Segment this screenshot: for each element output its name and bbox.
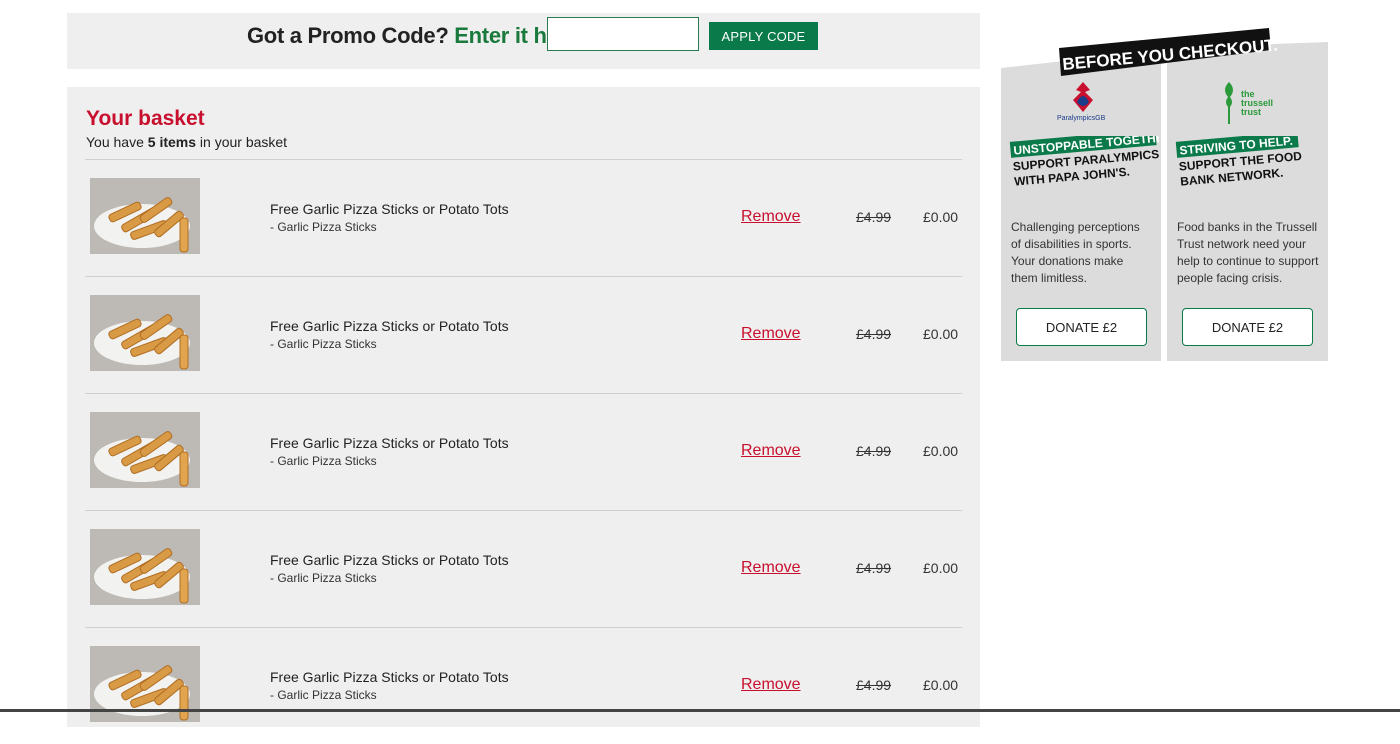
item-name: Free Garlic Pizza Sticks or Potato Tots (270, 552, 509, 568)
trussell-description: Food banks in the Trussell Trust network… (1177, 220, 1319, 285)
trussell-logo-line-3: trust (1241, 107, 1261, 117)
product-image (90, 529, 200, 605)
item-price: £0.00 (923, 443, 959, 459)
trussell-trust-card: the trussell trust STRIVING TO HELP. SUP… (1167, 28, 1328, 361)
trussell-headline: STRIVING TO HELP. SUPPORT THE FOOD BANK … (1175, 136, 1303, 189)
item-option: - Garlic Pizza Sticks (270, 688, 377, 702)
item-price: £0.00 (923, 560, 959, 576)
product-image (90, 412, 200, 488)
item-option: - Garlic Pizza Sticks (270, 337, 377, 351)
apply-code-button[interactable]: APPLY CODE (709, 22, 818, 50)
promo-code-input[interactable] (547, 17, 699, 51)
trussell-leaf-icon (1221, 82, 1237, 126)
item-original-price: £4.99 (856, 326, 892, 342)
basket-item: Free Garlic Pizza Sticks or Potato Tots … (85, 393, 962, 510)
trussell-logo-text: the trussell trust (1241, 90, 1273, 117)
remove-item-link[interactable]: Remove (741, 676, 801, 694)
donate-trussell-button[interactable]: DONATE £2 (1182, 308, 1313, 346)
basket-item-list: Free Garlic Pizza Sticks or Potato Tots … (85, 159, 962, 744)
item-original-price: £4.99 (856, 443, 892, 459)
promo-question-text: Got a Promo Code? (247, 23, 449, 48)
item-name: Free Garlic Pizza Sticks or Potato Tots (270, 201, 509, 217)
item-option: - Garlic Pizza Sticks (270, 571, 377, 585)
item-price: £0.00 (923, 326, 959, 342)
paralympics-card: ParalympicsGB UNSTOPPABLE TOGETHER. SUPP… (1001, 28, 1162, 361)
item-original-price: £4.99 (856, 209, 892, 225)
item-option: - Garlic Pizza Sticks (270, 220, 377, 234)
product-image (90, 178, 200, 254)
item-original-price: £4.99 (856, 560, 892, 576)
item-price: £0.00 (923, 209, 959, 225)
item-original-price: £4.99 (856, 677, 892, 693)
basket-item: Free Garlic Pizza Sticks or Potato Tots … (85, 159, 962, 276)
item-option: - Garlic Pizza Sticks (270, 454, 377, 468)
basket-item: Free Garlic Pizza Sticks or Potato Tots … (85, 627, 962, 744)
promo-question: Got a Promo Code? Enter it here (247, 23, 579, 49)
charity-donation-panel: BEFORE YOU CHECKOUT. ParalympicsGB UNSTO… (1001, 28, 1328, 361)
item-name: Free Garlic Pizza Sticks or Potato Tots (270, 318, 509, 334)
basket-item: Free Garlic Pizza Sticks or Potato Tots … (85, 510, 962, 627)
basket-summary-prefix: You have (86, 134, 144, 150)
item-name: Free Garlic Pizza Sticks or Potato Tots (270, 669, 509, 685)
remove-item-link[interactable]: Remove (741, 208, 801, 226)
donate-paralympics-button[interactable]: DONATE £2 (1016, 308, 1147, 346)
product-image (90, 295, 200, 371)
basket-summary-suffix: in your basket (199, 134, 288, 150)
basket-summary: You have 5 items in your basket (86, 134, 287, 150)
basket-panel: Your basket You have 5 items in your bas… (67, 87, 980, 727)
item-name: Free Garlic Pizza Sticks or Potato Tots (270, 435, 509, 451)
basket-item: Free Garlic Pizza Sticks or Potato Tots … (85, 276, 962, 393)
paralympics-logo-text: ParalympicsGB (1057, 115, 1106, 122)
paralympics-description: Challenging perceptions of disabilities … (1011, 220, 1140, 285)
promo-code-bar: Got a Promo Code? Enter it here APPLY CO… (67, 13, 980, 69)
item-price: £0.00 (923, 677, 959, 693)
paralympics-headline: UNSTOPPABLE TOGETHER. SUPPORT PARALYMPIC… (1009, 136, 1159, 189)
basket-item-count: 5 items (147, 134, 197, 150)
remove-item-link[interactable]: Remove (741, 325, 801, 343)
remove-item-link[interactable]: Remove (741, 559, 801, 577)
basket-title: Your basket (86, 107, 205, 130)
remove-item-link[interactable]: Remove (741, 442, 801, 460)
